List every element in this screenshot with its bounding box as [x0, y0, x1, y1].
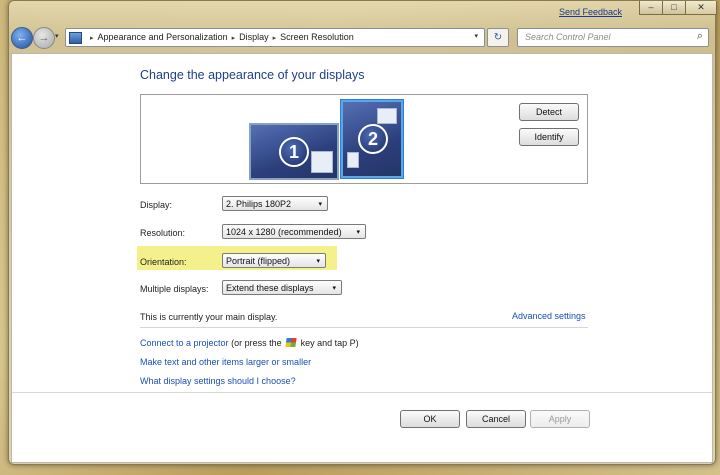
breadcrumb-appearance[interactable]: Appearance and Personalization [98, 32, 228, 42]
ok-button[interactable]: OK [400, 410, 460, 428]
orientation-select[interactable]: Portrait (flipped) ▾ [222, 253, 326, 268]
identify-button[interactable]: Identify [519, 128, 579, 146]
monitor-1-number: 1 [279, 137, 309, 167]
maximize-button[interactable]: □ [662, 1, 686, 15]
resolution-select-value: 1024 x 1280 (recommended) [226, 227, 342, 237]
main-display-text: This is currently your main display. [140, 312, 278, 322]
orientation-select-value: Portrait (flipped) [226, 256, 291, 266]
chevron-down-icon: ▾ [318, 201, 322, 208]
projector-hint-a: (or press the [231, 338, 282, 348]
monitor-2[interactable]: 2 [341, 100, 403, 178]
recent-pages-dropdown-icon[interactable]: ▾ [55, 32, 59, 40]
back-button[interactable]: ← [11, 27, 33, 49]
resolution-label: Resolution: [140, 228, 186, 238]
monitor-2-window-icon [377, 108, 397, 124]
projector-line: Connect to a projector (or press the key… [140, 338, 359, 348]
projector-hint-b: key and tap P) [300, 338, 359, 348]
control-panel-icon [69, 32, 82, 44]
footer-divider [12, 392, 712, 393]
display-settings-help-link[interactable]: What display settings should I choose? [140, 376, 296, 386]
breadcrumb-screen-resolution[interactable]: Screen Resolution [280, 32, 354, 42]
cancel-button[interactable]: Cancel [466, 410, 526, 428]
search-placeholder: Search Control Panel [525, 32, 611, 42]
display-select-value: 2. Philips 180P2 [226, 199, 292, 209]
monitor-arrangement-area[interactable]: 1 2 Detect Identify [140, 94, 588, 184]
breadcrumb-separator-icon: ▸ [90, 35, 94, 42]
forward-button[interactable]: → [33, 27, 55, 49]
multiple-displays-select-value: Extend these displays [226, 283, 314, 293]
close-button[interactable]: ✕ [685, 1, 717, 15]
text-size-link[interactable]: Make text and other items larger or smal… [140, 357, 311, 367]
breadcrumb-separator-icon[interactable]: ▸ [232, 35, 236, 42]
connect-projector-link[interactable]: Connect to a projector [140, 338, 229, 348]
send-feedback-link[interactable]: Send Feedback [559, 7, 622, 17]
minimize-button[interactable]: ‒ [639, 1, 663, 15]
monitor-1[interactable]: 1 [249, 123, 339, 180]
orientation-label: Orientation: [140, 257, 187, 267]
monitor-2-number: 2 [358, 124, 388, 154]
breadcrumb-display[interactable]: Display [239, 32, 269, 42]
windows-key-icon [285, 338, 297, 347]
control-panel-window: Send Feedback ‒ □ ✕ ← → ▾ ▸ Appearance an… [8, 0, 717, 465]
divider [140, 327, 588, 328]
detect-button[interactable]: Detect [519, 103, 579, 121]
search-input[interactable]: Search Control Panel ⌕ [517, 28, 709, 47]
chevron-down-icon: ▾ [316, 258, 320, 265]
screen-resolution-panel: Change the appearance of your displays 1… [11, 53, 713, 463]
breadcrumb: ▸ Appearance and Personalization ▸ Display ▸… [86, 32, 354, 42]
display-select[interactable]: 2. Philips 180P2 ▾ [222, 196, 328, 211]
apply-button[interactable]: Apply [530, 410, 590, 428]
address-bar[interactable]: ▸ Appearance and Personalization ▸ Display ▸… [65, 28, 485, 47]
address-dropdown-icon[interactable]: ▾ [474, 32, 478, 40]
chevron-down-icon: ▾ [332, 285, 336, 292]
chevron-down-icon: ▾ [356, 229, 360, 236]
multiple-displays-select[interactable]: Extend these displays ▾ [222, 280, 342, 295]
breadcrumb-separator-icon[interactable]: ▸ [273, 35, 277, 42]
page-title: Change the appearance of your displays [140, 68, 365, 82]
refresh-button[interactable]: ↻ [487, 28, 509, 47]
monitor-1-window-icon [311, 151, 333, 173]
advanced-settings-link[interactable]: Advanced settings [512, 311, 586, 321]
display-label: Display: [140, 200, 173, 210]
resolution-select[interactable]: 1024 x 1280 (recommended) ▾ [222, 224, 366, 239]
search-icon[interactable]: ⌕ [697, 30, 703, 43]
monitor-2-window-icon [347, 152, 359, 168]
multiple-displays-label: Multiple displays: [140, 284, 209, 294]
